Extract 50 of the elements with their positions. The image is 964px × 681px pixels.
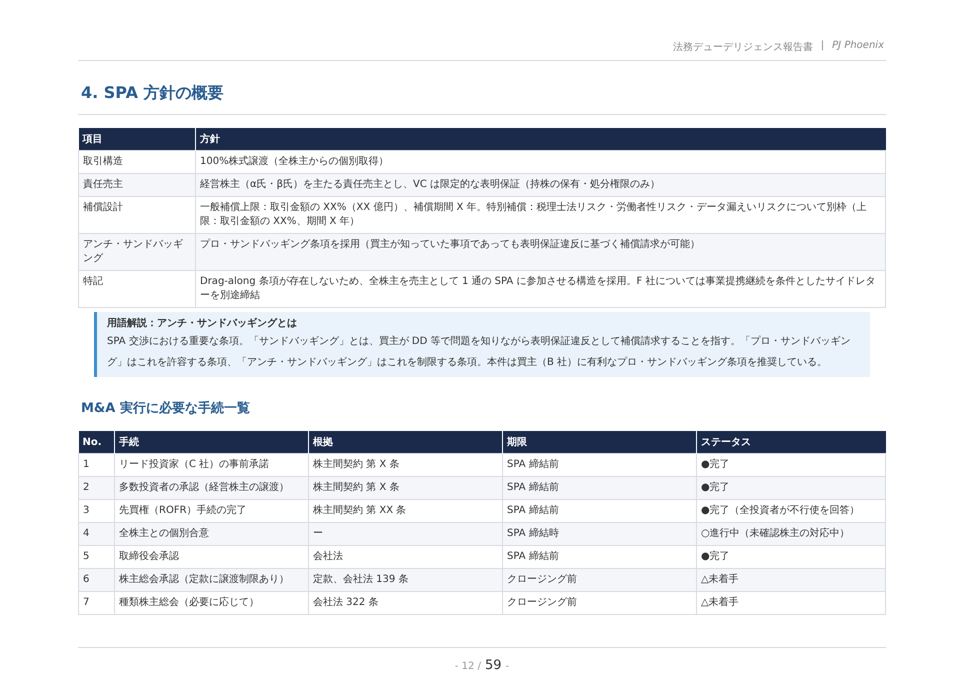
column-header: 期限 bbox=[502, 431, 696, 454]
table-cell: 1 bbox=[78, 454, 114, 476]
table-cell: SPA 締結前 bbox=[502, 476, 696, 500]
table-cell: 種類株主総会（必要に応じて） bbox=[114, 592, 308, 614]
subsection-title: M&A 実行に必要な手続一覧 bbox=[81, 400, 251, 417]
table-cell: 2 bbox=[78, 476, 114, 500]
column-header: ステータス bbox=[696, 431, 886, 454]
column-header: 根拠 bbox=[308, 431, 502, 454]
table-cell: ●完了 bbox=[696, 454, 886, 476]
note-title: 用語解説：アンチ・サンドバッギングとは bbox=[107, 316, 298, 331]
table-cell: ○進行中（未確認株主の対応中） bbox=[696, 522, 886, 546]
note-text: SPA 交渉における重要な条項。「サンドバッギング」とは、買主が DD 等で問題を知りながら表明保証違反として補償請求することを指す。「プロ・サンドバッギング」はこれを許容する条項、「アンチ・サンドバッギング」はこれを制限する条項。本件は買主（B 社）に有利なプロ・サンドバッギング条項を推奨している。 bbox=[107, 334, 852, 370]
column-header: No. bbox=[78, 431, 114, 454]
table-cell: 特記 bbox=[78, 270, 196, 308]
table-cell: 株主総会承認（定款に譲渡制限あり） bbox=[114, 568, 308, 592]
table-cell: 全株主との個別合意 bbox=[114, 522, 308, 546]
table-cell: 4 bbox=[78, 522, 114, 546]
table-cell: 7 bbox=[78, 592, 114, 614]
table-cell: 取引構造 bbox=[78, 150, 196, 174]
table-cell: ー bbox=[308, 522, 502, 546]
table-cell: 会社法 322 条 bbox=[308, 592, 502, 614]
table-cell: アンチ・サンドバッギング bbox=[78, 234, 196, 270]
table-cell: プロ・サンドバッギング条項を採用（買主が知っていた事項であっても表明保証違反に基づく補償請求が可能） bbox=[196, 234, 886, 270]
table-cell: SPA 締結前 bbox=[502, 454, 696, 476]
page-total: 59 bbox=[484, 658, 502, 673]
page-number: - 12 / bbox=[454, 661, 481, 672]
table-cell: 株主間契約 第 X 条 bbox=[308, 476, 502, 500]
header-separator: | bbox=[820, 40, 824, 53]
table-cell: 定款、会社法 139 条 bbox=[308, 568, 502, 592]
table-cell: △未着手 bbox=[696, 568, 886, 592]
table-cell: リード投資家（C 社）の事前承諾 bbox=[114, 454, 308, 476]
table-cell: クロージング前 bbox=[502, 592, 696, 614]
column-header: 項目 bbox=[78, 128, 196, 150]
table-cell: 責任売主 bbox=[78, 174, 196, 196]
project-name: PJ Phoenix bbox=[832, 40, 884, 53]
table-cell: クロージング前 bbox=[502, 568, 696, 592]
table-cell: SPA 締結時 bbox=[502, 522, 696, 546]
document-title: 法務デューデリジェンス報告書 bbox=[672, 40, 813, 54]
table-cell: 株主間契約 第 X 条 bbox=[308, 454, 502, 476]
table-cell: 多数投資者の承認（経営株主の譲渡） bbox=[114, 476, 308, 500]
page-number-suffix: - bbox=[506, 661, 510, 672]
table-cell: ●完了 bbox=[696, 476, 886, 500]
column-header: 手続 bbox=[114, 431, 308, 454]
table-cell: 100%株式譲渡（全株主からの個別取得） bbox=[196, 150, 886, 174]
table-cell: △未着手 bbox=[696, 592, 886, 614]
section-title: 4. SPA 方針の概要 bbox=[81, 83, 225, 104]
table-cell: 経営株主（α氏・β氏）を主たる責任売主とし、VC は限定的な表明保証（持株の保有・処分権限のみ） bbox=[196, 174, 886, 196]
table-cell: 6 bbox=[78, 568, 114, 592]
table-cell: Drag-along 条項が存在しないため、全株主を売主として 1 通の SPA に参加させる構造を採用。F 社については事業提携継続を条件としたサイドレターを別途締結 bbox=[196, 270, 886, 308]
column-header: 方針 bbox=[196, 128, 886, 150]
